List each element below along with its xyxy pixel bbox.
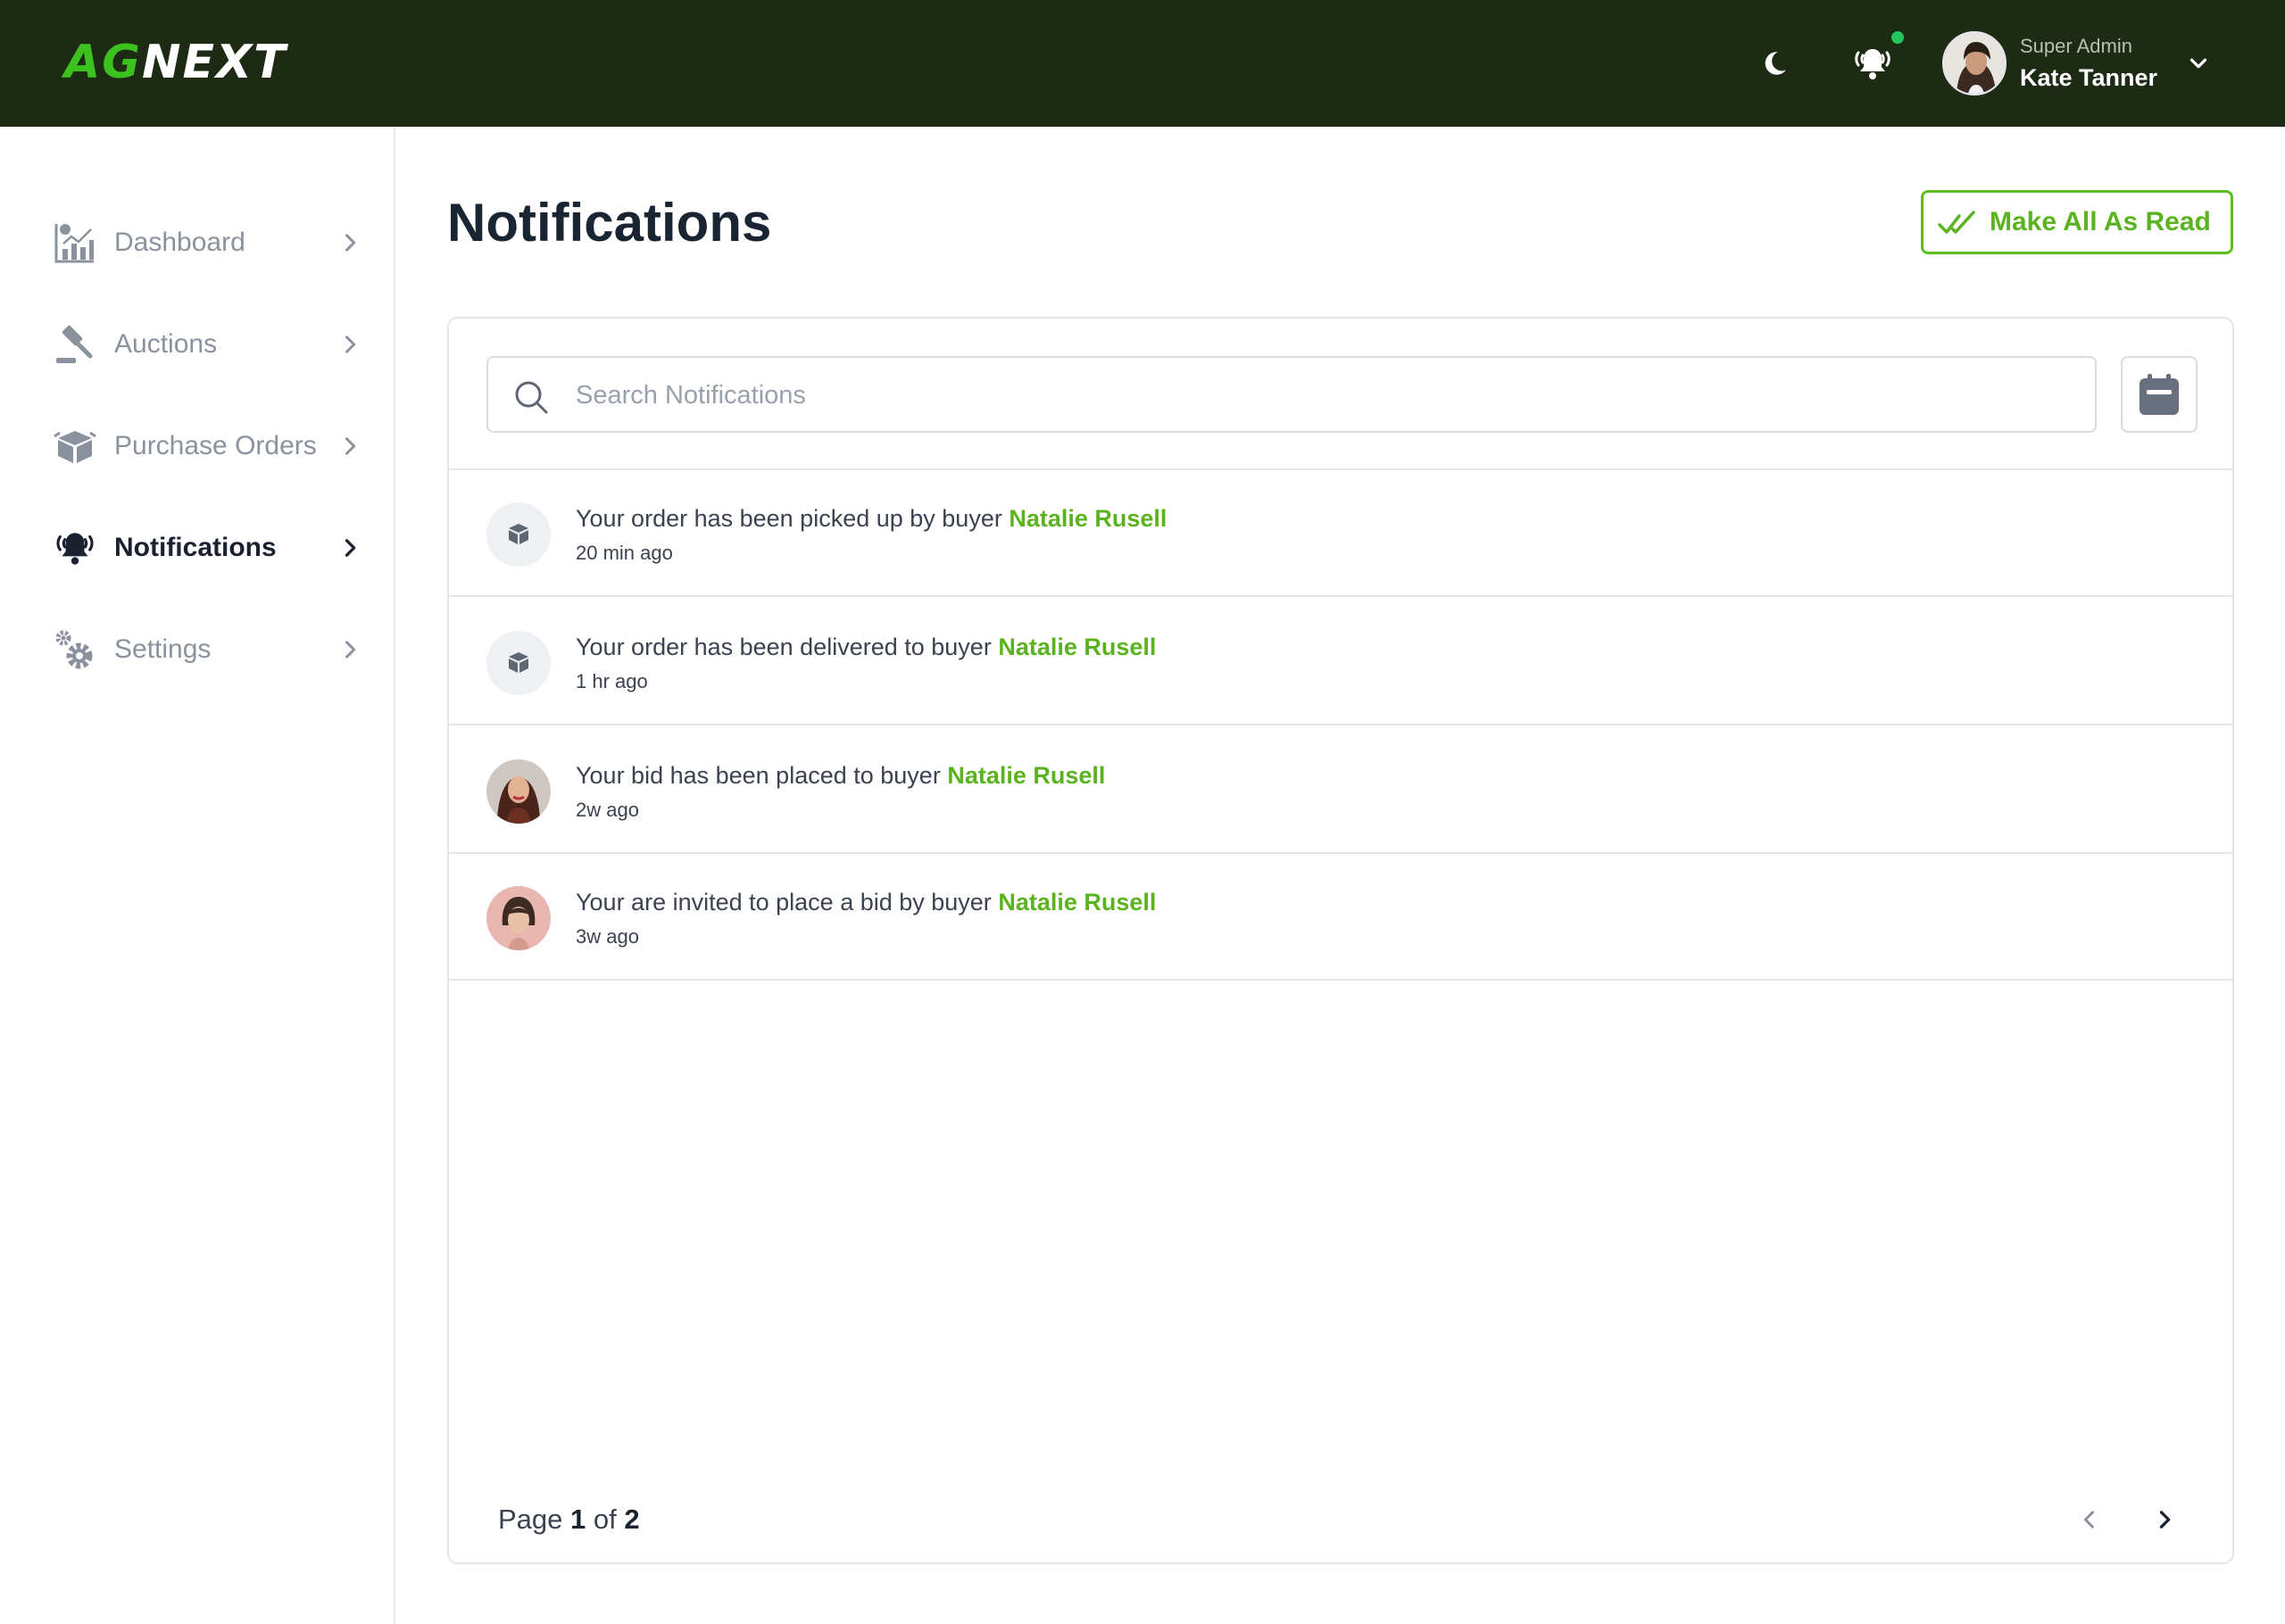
- chevron-right-icon: [345, 539, 356, 557]
- buyer-avatar: [486, 886, 551, 950]
- notification-time: 3w ago: [576, 925, 639, 948]
- gavel-icon: [52, 321, 98, 368]
- sidebar-item-label: Notifications: [114, 533, 277, 562]
- notification-text: Your bid has been placed to buyer Natali…: [576, 762, 1106, 789]
- calendar-icon: [2140, 374, 2179, 415]
- gear-icon: [52, 626, 98, 673]
- chevron-left-icon: [2083, 1511, 2094, 1529]
- notification-item[interactable]: Your bid has been placed to buyer Natali…: [449, 727, 2232, 854]
- mark-all-read-label: Make All As Read: [1990, 207, 2211, 236]
- sidebar-item-settings[interactable]: Settings: [52, 623, 364, 676]
- box-icon: [52, 423, 98, 469]
- notification-time: 2w ago: [576, 799, 639, 821]
- calendar-button[interactable]: [2121, 356, 2198, 433]
- buyer-link[interactable]: Natalie Rusell: [947, 762, 1105, 789]
- chart-icon: [52, 220, 98, 266]
- moon-icon[interactable]: [1752, 41, 1797, 86]
- notification-time: 1 hr ago: [576, 670, 648, 692]
- unread-indicator: [1891, 31, 1904, 44]
- sidebar-item-auctions[interactable]: Auctions: [52, 318, 364, 371]
- notification-text: Your order has been picked up by buyer N…: [576, 505, 1167, 532]
- notification-time: 20 min ago: [576, 542, 673, 564]
- notification-text: Your order has been delivered to buyer N…: [576, 634, 1157, 660]
- next-page-button[interactable]: [2147, 1502, 2182, 1537]
- notifications-panel: Your order has been picked up by buyer N…: [447, 317, 2234, 1564]
- bell-icon[interactable]: [1850, 41, 1895, 86]
- sidebar-item-dashboard[interactable]: Dashboard: [52, 216, 364, 269]
- bell-icon: [52, 525, 98, 571]
- sidebar-item-purchase-orders[interactable]: Purchase Orders: [52, 419, 364, 473]
- box-icon: [486, 502, 551, 567]
- search-box: [486, 356, 2097, 433]
- notification-item[interactable]: Your are invited to place a bid by buyer…: [449, 854, 2232, 981]
- user-name: Kate Tanner: [2020, 64, 2158, 91]
- sidebar-item-notifications[interactable]: Notifications: [52, 521, 364, 575]
- chevron-right-icon: [345, 641, 356, 659]
- sidebar-item-label: Purchase Orders: [114, 431, 317, 460]
- mark-all-read-button[interactable]: Make All As Read: [1921, 190, 2233, 254]
- top-bar: AGNEXT Super Admin Kate Tanner: [0, 0, 2285, 127]
- chevron-right-icon: [345, 437, 356, 455]
- sidebar-item-label: Auctions: [114, 329, 218, 359]
- box-icon: [486, 631, 551, 695]
- pagination-label: Page 1 of 2: [498, 1504, 640, 1535]
- buyer-link[interactable]: Natalie Rusell: [1009, 505, 1167, 532]
- previous-page-button[interactable]: [2072, 1502, 2107, 1537]
- notification-item[interactable]: Your order has been picked up by buyer N…: [449, 470, 2232, 597]
- user-avatar[interactable]: [1942, 31, 2007, 95]
- agnext-logo[interactable]: AGNEXT: [64, 37, 287, 87]
- logo-ag: AG: [64, 36, 142, 89]
- notification-item[interactable]: Your order has been delivered to buyer N…: [449, 599, 2232, 725]
- sidebar-item-label: Settings: [114, 634, 212, 664]
- double-check-icon: [1938, 211, 1975, 234]
- user-role: Super Admin: [2020, 35, 2132, 57]
- buyer-link[interactable]: Natalie Rusell: [998, 889, 1156, 916]
- chevron-down-icon[interactable]: [2185, 50, 2212, 77]
- sidebar-item-label: Dashboard: [114, 228, 245, 257]
- page-title: Notifications: [447, 193, 772, 253]
- logo-next: NEXT: [141, 36, 287, 89]
- buyer-link[interactable]: Natalie Rusell: [998, 634, 1156, 660]
- search-input[interactable]: [576, 374, 2075, 417]
- buyer-avatar: [486, 759, 551, 824]
- notification-text: Your are invited to place a bid by buyer…: [576, 889, 1157, 916]
- sidebar: Dashboard Auctions Purchase Orders Notif…: [0, 127, 395, 1624]
- search-icon: [515, 381, 548, 414]
- chevron-right-icon: [345, 234, 356, 252]
- chevron-right-icon: [345, 336, 356, 353]
- chevron-right-icon: [2159, 1511, 2171, 1529]
